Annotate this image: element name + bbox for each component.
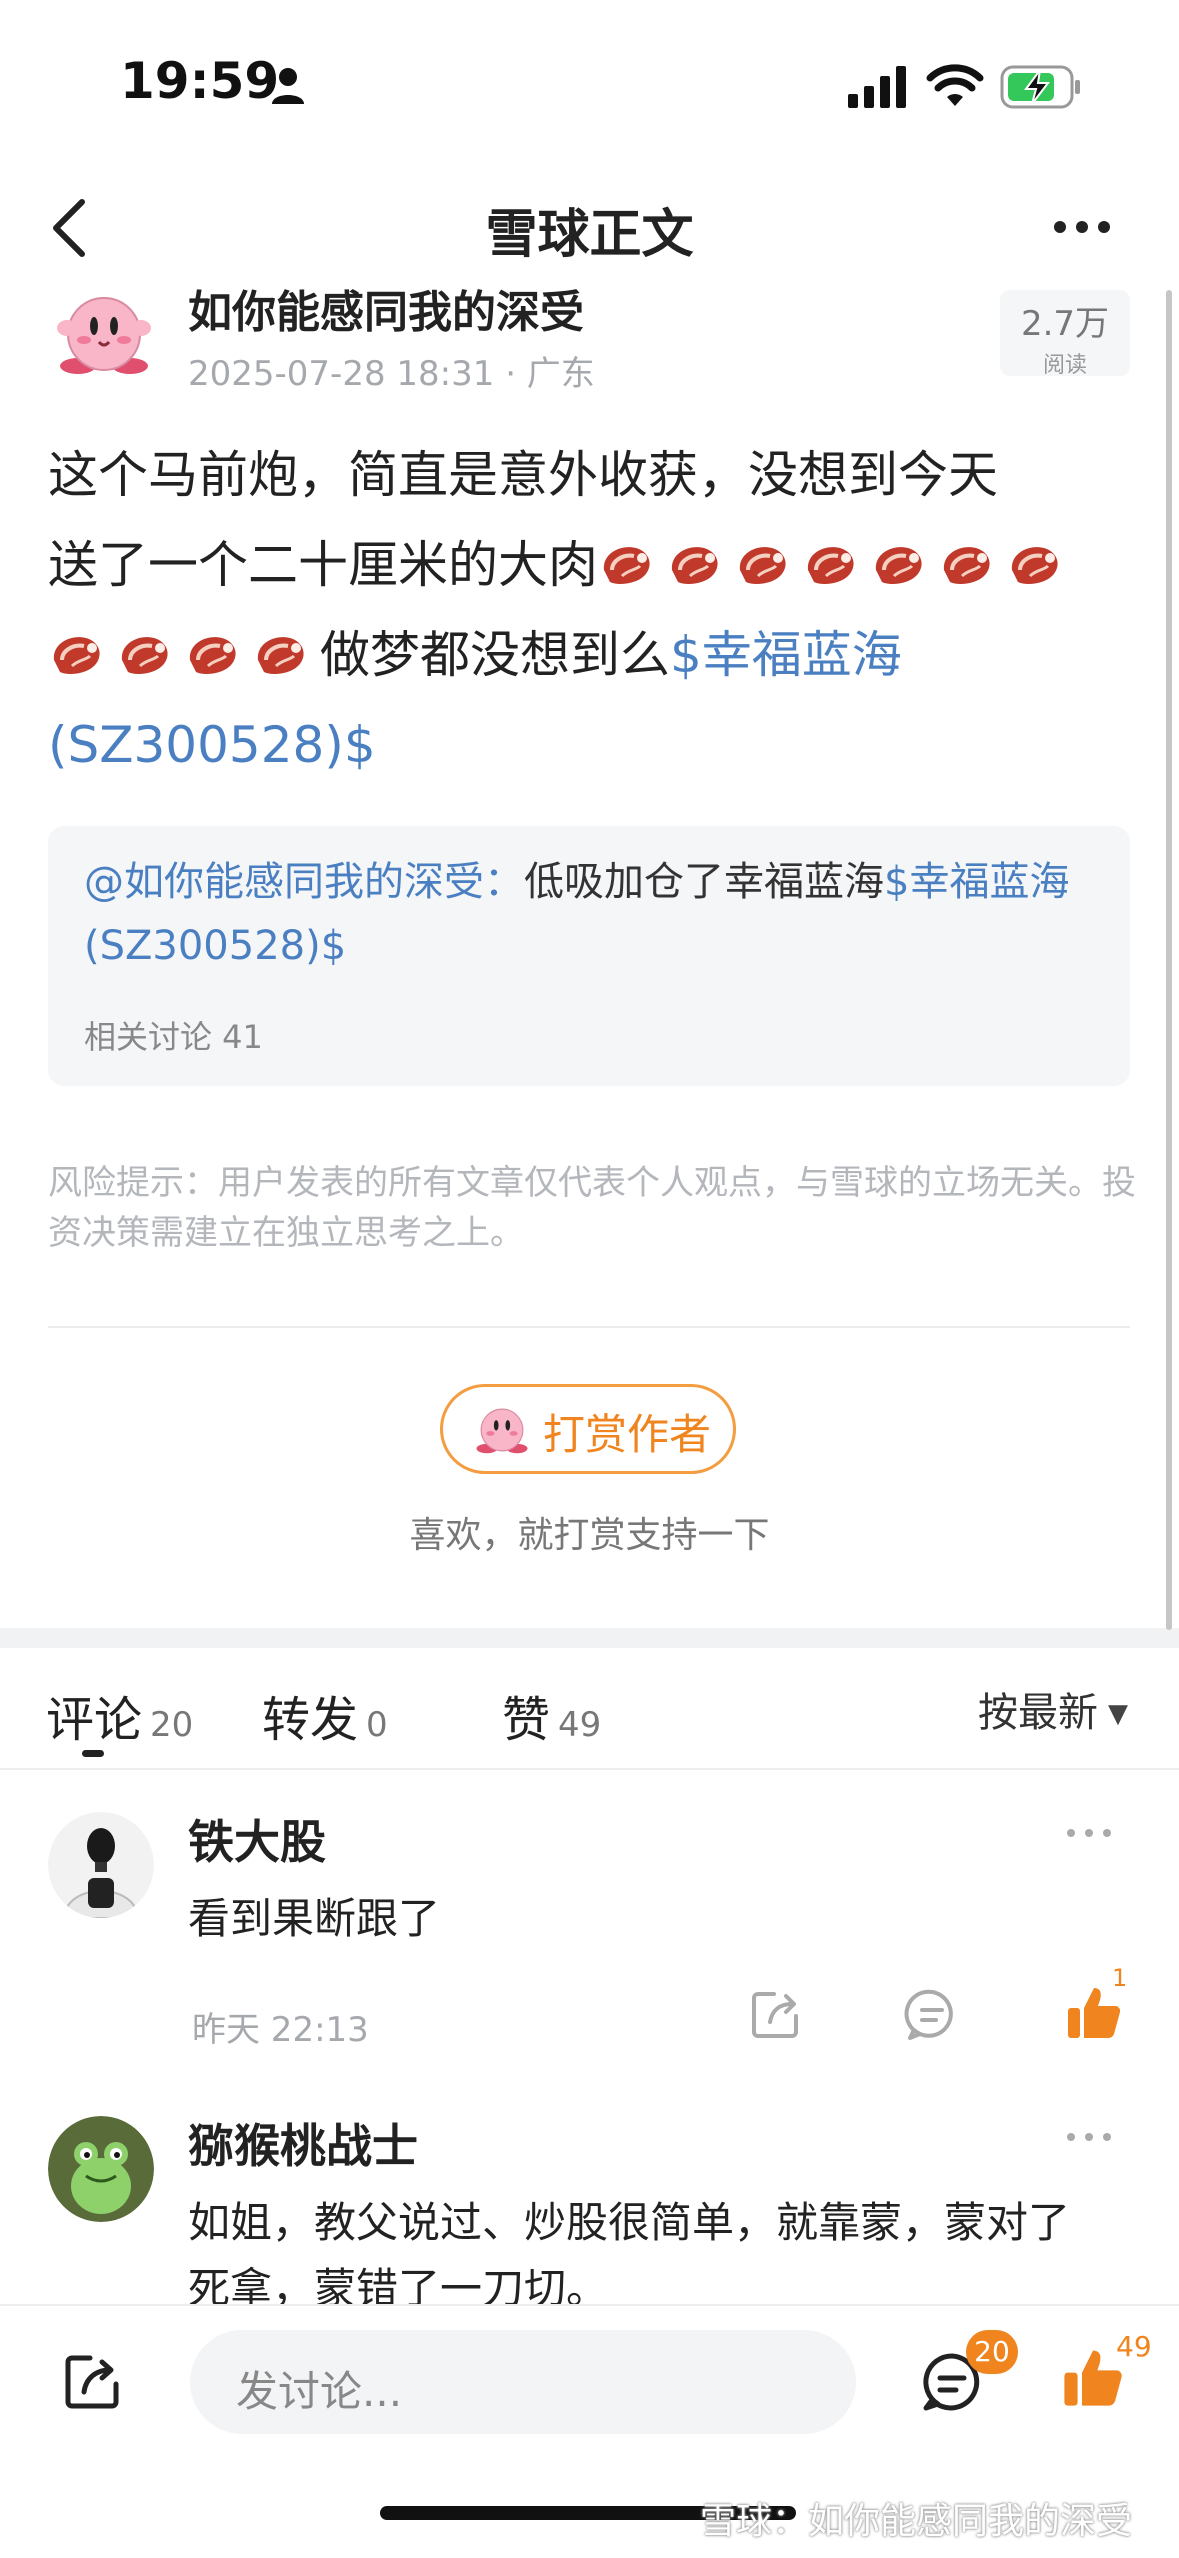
active-tab-indicator	[82, 1750, 104, 1757]
meat-emoji-icon	[666, 528, 724, 584]
reward-hint: 喜欢，就打赏支持一下	[409, 1515, 770, 1556]
discussion-input[interactable]: 发讨论...	[190, 2330, 856, 2434]
author-name[interactable]: 如你能感同我的深受	[188, 276, 584, 340]
share-icon[interactable]	[60, 2350, 124, 2414]
commenter-avatar-frog[interactable]	[48, 2116, 154, 2222]
page-title: 雪球正文	[485, 205, 694, 265]
tab-reposts[interactable]: 转发 0	[262, 1680, 388, 1750]
repost-icon[interactable]	[748, 1986, 804, 2042]
divider	[48, 1326, 1130, 1328]
discussion-input-placeholder: 发讨论...	[236, 2367, 403, 2416]
post-timestamp-location: 2025-07-28 18:31 · 广东	[188, 354, 595, 394]
comment-text: 如姐，教父说过、炒股很简单，就靠蒙，蒙对了死拿，蒙错了一刀切。	[188, 2198, 1071, 2313]
kirby-icon	[476, 1408, 528, 1454]
caret-down-icon: ▼	[1108, 1699, 1128, 1729]
reward-label: 打赏作者	[543, 1410, 712, 1459]
reward-author-button[interactable]: 打赏作者	[440, 1384, 736, 1474]
post-line-3-text: 做梦都没想到么	[320, 626, 670, 684]
meat-emoji-icon	[938, 528, 996, 584]
more-options-icon[interactable]	[1064, 1826, 1114, 1840]
read-count-badge: 2.7万 阅读	[1000, 290, 1130, 378]
author-avatar[interactable]	[54, 292, 154, 376]
more-options-icon[interactable]	[1052, 212, 1112, 242]
quoted-post-text: @如你能感同我的深受：低吸加仓了幸福蓝海$幸福蓝海(SZ300528)$	[84, 850, 1094, 978]
meat-emoji-icon	[184, 618, 242, 674]
divider	[0, 1768, 1179, 1770]
tab-likes[interactable]: 赞 49	[502, 1680, 601, 1750]
quoted-author-link[interactable]: @如你能感同我的深受：	[84, 859, 524, 905]
cellular-signal-icon	[848, 66, 906, 108]
tab-comments-label: 评论	[46, 1692, 143, 1748]
post-line-2: 送了一个二十厘米的大肉	[48, 520, 1138, 610]
section-separator	[0, 1628, 1179, 1648]
meat-emoji-icon	[116, 618, 174, 674]
commenter-name[interactable]: 猕猴桃战士	[188, 2110, 418, 2176]
comment-like-count: 1	[1112, 1964, 1128, 1992]
post-line-3: 做梦都没想到么$幸福蓝海(SZ300528)$	[48, 610, 1138, 790]
sort-label: 按最新	[978, 1690, 1098, 1736]
risk-notice: 风险提示：用户发表的所有文章仅代表个人观点，与雪球的立场无关。投资决策需建立在独…	[48, 1163, 1136, 1253]
tab-reposts-count: 0	[366, 1705, 388, 1745]
tab-comments[interactable]: 评论 20	[46, 1680, 193, 1750]
post-line-2-text: 送了一个二十厘米的大肉	[48, 536, 598, 594]
comment-text: 看到果断跟了	[188, 1894, 441, 1943]
more-options-icon[interactable]	[1064, 2130, 1114, 2144]
commenter-name[interactable]: 铁大股	[188, 1806, 326, 1872]
meat-emoji-icon	[48, 618, 106, 674]
like-count: 49	[1116, 2330, 1152, 2363]
tab-comments-count: 20	[150, 1705, 194, 1745]
meat-emoji-icon	[802, 528, 860, 584]
comment-count-badge: 20	[966, 2330, 1018, 2374]
battery-charging-icon	[1000, 65, 1080, 109]
comment-time: 昨天 22:13	[192, 2010, 369, 2050]
post-body: 这个马前炮，简直是意外收获，没想到今天 送了一个二十厘米的大肉 做梦都没想到么$…	[48, 430, 1138, 790]
read-count: 2.7万	[1020, 304, 1110, 344]
quoted-post-card[interactable]: @如你能感同我的深受：低吸加仓了幸福蓝海$幸福蓝海(SZ300528)$ 相关讨…	[48, 826, 1130, 1086]
meat-emoji-icon	[1006, 528, 1064, 584]
scrollbar[interactable]	[1166, 290, 1172, 1630]
tab-likes-label: 赞	[502, 1692, 551, 1748]
related-discussions[interactable]: 相关讨论 41	[84, 1012, 263, 1058]
wifi-icon	[926, 64, 984, 106]
person-icon	[272, 68, 304, 104]
watermark: 雪球：如你能感同我的深受	[700, 2501, 1133, 2542]
read-label: 阅读	[1042, 353, 1087, 378]
status-time: 19:59	[120, 52, 280, 110]
meat-emoji-icon	[252, 618, 310, 674]
sort-dropdown[interactable]: 按最新 ▼	[978, 1680, 1128, 1738]
meat-emoji-icon	[598, 528, 656, 584]
meat-emoji-icon	[870, 528, 928, 584]
tab-likes-count: 49	[558, 1705, 602, 1745]
commenter-avatar-robot[interactable]	[48, 1812, 154, 1918]
reply-icon[interactable]	[904, 1986, 960, 2042]
meat-emoji-icon	[734, 528, 792, 584]
quoted-text: 低吸加仓了幸福蓝海	[524, 859, 884, 905]
tab-reposts-label: 转发	[262, 1692, 359, 1748]
post-line-1: 这个马前炮，简直是意外收获，没想到今天	[48, 446, 998, 504]
